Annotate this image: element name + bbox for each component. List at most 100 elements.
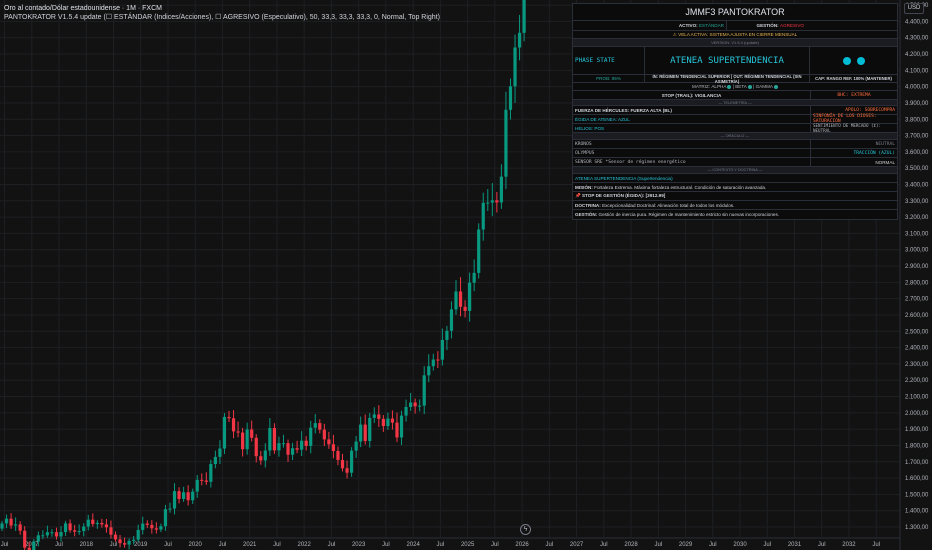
mision-text: Fortaleza Extrema. Máxima fortaleza estr… (594, 184, 767, 190)
price-tick-label: 2.200,00 (905, 378, 929, 384)
price-tick-label: 4.300,00 (905, 36, 929, 42)
time-tick-label: 2027 (570, 542, 584, 548)
candle-body (309, 427, 313, 446)
price-tick-label: 4.100,00 (905, 68, 929, 74)
candle-body (159, 526, 163, 530)
candle-body (45, 532, 49, 536)
time-tick-label: Jul (872, 542, 880, 548)
time-tick-label: 2026 (515, 542, 529, 548)
candle-body (363, 424, 367, 442)
candle-body (418, 405, 422, 407)
phase-state-label: PHASE STATE (575, 57, 615, 64)
candle-body (495, 200, 499, 203)
price-tick-label: 2.000,00 (905, 411, 929, 417)
candle-body (359, 424, 363, 442)
price-tick-label: 2.400,00 (905, 346, 929, 352)
panel-title: JMMF3 PANTOKRATOR (685, 7, 785, 17)
price-tick-label: 2.300,00 (905, 362, 929, 368)
candle-body (504, 109, 508, 177)
price-tick-label: 3.700,00 (905, 134, 929, 140)
stop-trail: STOP (TRAIL): VIGILANCIA (661, 92, 722, 98)
candle-body (300, 440, 304, 450)
kronos-value: NEUTRAL (810, 140, 897, 148)
price-tick-label: 1.800,00 (905, 443, 929, 449)
candle-body (431, 359, 435, 367)
candle-body (91, 519, 95, 525)
candle-body (163, 509, 168, 527)
time-tick-label: Jul (273, 542, 281, 548)
candle-body (4, 518, 9, 524)
candle-body (290, 448, 295, 455)
price-tick-label: 1.400,00 (905, 509, 929, 515)
candle-body (236, 431, 240, 433)
doctrina-label: DOCTRINA: (575, 202, 601, 208)
time-tick-label: 2022 (298, 542, 312, 548)
time-tick-label: Jul (110, 542, 118, 548)
candle-body (200, 479, 204, 481)
lightning-icon[interactable]: ϟ (520, 524, 531, 535)
time-tick-label: Jul (763, 542, 771, 548)
price-tick-label: 3.400,00 (905, 182, 929, 188)
symbol-title[interactable]: Oro al contado/Dólar estadounidense · 1M… (4, 4, 440, 13)
kronos-label: KRONOS (575, 141, 592, 147)
candle-body (390, 418, 395, 423)
candle-body (182, 492, 186, 499)
price-tick-label: 3.900,00 (905, 101, 929, 107)
gestion-row: GESTIÓN: Gestión de inercia pura. Régime… (573, 210, 897, 219)
price-tick-label: 4.200,00 (905, 52, 929, 58)
time-tick-label: 2024 (406, 542, 420, 548)
candle-body (0, 523, 4, 529)
price-tick-label: 3.300,00 (905, 199, 929, 205)
candle-body (436, 359, 440, 361)
candle-body (100, 522, 104, 525)
currency-button[interactable]: USD (904, 3, 924, 14)
candle-body (386, 418, 390, 427)
status-dot-icon (842, 56, 851, 65)
sensor-value: NORMAL (810, 158, 897, 166)
candle-body (458, 291, 463, 307)
candle-body (313, 423, 317, 428)
price-tick-label: 3.600,00 (905, 150, 929, 156)
sentimiento-text: SENTIMIENTO DE MERCADO (Σ): NEUTRAL (810, 123, 897, 133)
candle-body (113, 534, 118, 540)
candle-body (254, 437, 258, 457)
candle-body (59, 532, 63, 537)
gamma-label: GAMMA (755, 84, 773, 89)
candle-body (122, 543, 127, 545)
prob-value: PROB: 85% (596, 76, 621, 81)
cap-text: CAP: RANGO REF. 100% (MANTENER) (809, 75, 897, 82)
price-tick-label: 2.100,00 (905, 395, 929, 401)
candle-body (150, 524, 154, 529)
price-tick-label: 1.500,00 (905, 492, 929, 498)
candle-body (445, 330, 449, 340)
candle-body (136, 529, 140, 540)
telemetria-header: — TELEMETRÍA — (718, 100, 752, 105)
candle-body (259, 456, 263, 461)
time-tick-label: Jul (709, 542, 717, 548)
time-tick-label: 2021 (243, 542, 257, 548)
time-tick-label: 2032 (842, 542, 856, 548)
beta-dot-icon (747, 84, 752, 89)
candle-body (449, 309, 454, 331)
olympus-value: TRACCIÓN (AZUL) (810, 149, 897, 157)
price-tick-label: 3.000,00 (905, 248, 929, 254)
candle-body (18, 524, 22, 531)
candle-body (349, 450, 354, 473)
candle-body (490, 200, 494, 203)
candle-body (218, 448, 222, 457)
candle-body (422, 375, 426, 406)
candle-body (204, 480, 208, 482)
price-tick-label: 2.800,00 (905, 280, 929, 286)
sensor-label: SENSOR SRE *Sensor de régimen energético (575, 159, 686, 165)
time-tick-label: 2017 (25, 542, 39, 548)
mision-label: MISIÓN: (575, 184, 593, 190)
price-tick-label: 3.200,00 (905, 215, 929, 221)
activo-value: ESTÁNDAR (698, 23, 724, 28)
candle-body (413, 402, 417, 407)
time-tick-label: Jul (1, 542, 9, 548)
time-tick-label: Jul (219, 542, 227, 548)
version-text: VERSION: V1.5.4 (update) (711, 40, 759, 45)
time-tick-label: Jul (328, 542, 336, 548)
price-tick-label: 3.100,00 (905, 231, 929, 237)
indicator-title[interactable]: PANTOKRATOR V1.5.4 update (☐ ESTÁNDAR (I… (4, 13, 440, 22)
